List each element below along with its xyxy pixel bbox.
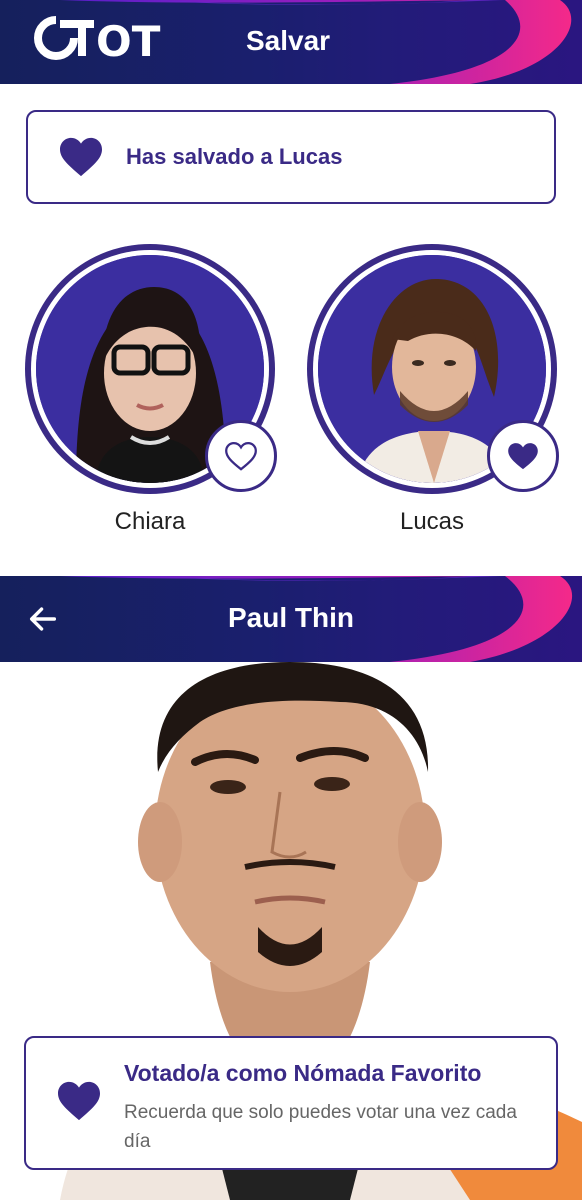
heart-filled-icon bbox=[58, 1081, 100, 1121]
save-lucas-button[interactable] bbox=[487, 420, 559, 492]
saved-confirmation-card: Has salvado a Lucas bbox=[26, 110, 556, 204]
heart-filled-icon bbox=[60, 137, 102, 177]
vote-confirmation-card: Votado/a como Nómada Favorito Recuerda q… bbox=[24, 1036, 558, 1170]
top-app-bar-2: Paul Thin bbox=[0, 576, 582, 662]
contestant-title: Paul Thin bbox=[228, 602, 354, 633]
contestant-card-chiara[interactable]: Chiara bbox=[25, 244, 277, 536]
top-app-bar: OT23 Salvar bbox=[0, 0, 582, 84]
contestant-name: Chiara bbox=[114, 508, 186, 535]
avatar-ring bbox=[25, 244, 277, 494]
ot23-logo: OT23 bbox=[34, 16, 162, 64]
heart-filled-icon bbox=[508, 442, 538, 469]
heart-outline-icon bbox=[225, 441, 257, 471]
contestant-card-lucas[interactable]: Lucas bbox=[307, 244, 559, 536]
saved-message: Has salvado a Lucas bbox=[126, 144, 343, 169]
vote-subtitle: Recuerda que solo puedes votar una vez c… bbox=[124, 1102, 517, 1152]
avatar-ring bbox=[307, 244, 559, 494]
vote-title: Votado/a como Nómada Favorito bbox=[124, 1060, 482, 1086]
page-title: Salvar bbox=[246, 25, 331, 56]
save-chiara-button[interactable] bbox=[205, 420, 277, 492]
logo-digits: OT23 bbox=[96, 17, 162, 64]
contestant-name: Lucas bbox=[399, 508, 465, 535]
